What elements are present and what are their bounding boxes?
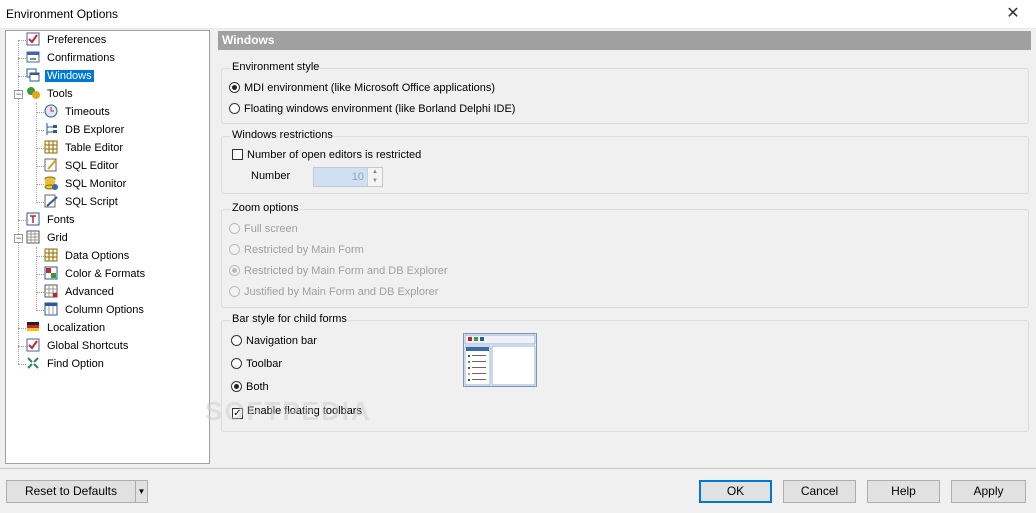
- tree-item-find-option[interactable]: Find Option: [26, 356, 106, 373]
- checkbox-box: [232, 149, 243, 160]
- tree-item-sql-monitor[interactable]: SQL Monitor: [44, 176, 128, 193]
- radio-toolbar[interactable]: Toolbar: [231, 358, 282, 370]
- window-title: Environment Options: [6, 7, 119, 21]
- radio-full-screen[interactable]: Full screen: [229, 223, 298, 235]
- number-label: Number: [251, 170, 291, 182]
- radio-dot: [229, 103, 240, 114]
- tree-item-sql-editor[interactable]: SQL Editor: [44, 158, 120, 175]
- group-title: Environment style: [231, 61, 321, 73]
- radio-dot: [231, 381, 242, 392]
- environment-style-group: Environment style: [221, 61, 1029, 124]
- tree-item-color-formats[interactable]: Color & Formats: [44, 266, 147, 283]
- reset-to-defaults-button[interactable]: Reset to Defaults: [6, 480, 136, 503]
- help-button[interactable]: Help: [867, 480, 940, 503]
- tree-item-db-explorer[interactable]: DB Explorer: [44, 122, 126, 139]
- radio-dot: [229, 244, 240, 255]
- tree-item-windows[interactable]: Windows: [26, 68, 94, 85]
- database-monitor-icon: [44, 176, 58, 190]
- ok-button[interactable]: OK: [699, 480, 772, 503]
- radio-restricted-main-form-db-explorer[interactable]: Restricted by Main Form and DB Explorer: [229, 265, 448, 277]
- tree-item-data-options[interactable]: Data Options: [44, 248, 131, 265]
- tree-item-timeouts[interactable]: Timeouts: [44, 104, 112, 121]
- shortcut-icon: [26, 338, 40, 352]
- grid-color-icon: [44, 266, 58, 280]
- apply-button[interactable]: Apply: [951, 480, 1026, 503]
- radio-mdi-environment[interactable]: MDI environment (like Microsoft Office a…: [229, 82, 495, 94]
- close-button[interactable]: ✕: [990, 0, 1036, 28]
- dialog-icon: [26, 50, 40, 64]
- spin-down-icon[interactable]: ▼: [368, 177, 382, 186]
- cancel-button[interactable]: Cancel: [783, 480, 856, 503]
- watermark: SOFTPEDIA: [205, 396, 372, 426]
- grid-advanced-icon: [44, 284, 58, 298]
- tree-item-confirmations[interactable]: Confirmations: [26, 50, 117, 67]
- tools-icon: [26, 86, 40, 100]
- group-title: Bar style for child forms: [231, 313, 348, 325]
- radio-dot: [231, 358, 242, 369]
- script-icon: [44, 194, 58, 208]
- font-icon: [26, 212, 40, 226]
- tree-item-tools[interactable]: Tools: [26, 86, 75, 103]
- tree-item-localization[interactable]: Localization: [26, 320, 107, 337]
- tree-item-global-shortcuts[interactable]: Global Shortcuts: [26, 338, 130, 355]
- tools-expander[interactable]: −: [14, 90, 23, 99]
- title-bar: Environment Options ✕: [0, 0, 1036, 29]
- windows-icon: [26, 68, 40, 82]
- options-tree[interactable]: − − Preferences Confirmations Windows To…: [5, 30, 210, 464]
- footer-separator: [0, 468, 1036, 469]
- clock-icon: [44, 104, 58, 118]
- grid-data-icon: [44, 248, 58, 262]
- number-value: 10: [351, 171, 364, 183]
- number-spinner[interactable]: 10 ▲ ▼: [313, 167, 383, 187]
- radio-restricted-main-form[interactable]: Restricted by Main Form: [229, 244, 364, 256]
- table-icon: [44, 140, 58, 154]
- tree-icon: [44, 122, 58, 136]
- arrows-icon: [26, 356, 40, 370]
- radio-dot: [231, 335, 242, 346]
- radio-dot: [229, 223, 240, 234]
- group-title: Windows restrictions: [231, 129, 334, 141]
- radio-dot: [229, 82, 240, 93]
- sql-editor-icon: [44, 158, 58, 172]
- spin-up-icon[interactable]: ▲: [368, 168, 382, 177]
- radio-both[interactable]: Both: [231, 381, 269, 393]
- grid-expander[interactable]: −: [14, 234, 23, 243]
- radio-justified-main-form-db-explorer[interactable]: Justified by Main Form and DB Explorer: [229, 286, 438, 298]
- tree-item-column-options[interactable]: Column Options: [44, 302, 146, 319]
- radio-dot: [229, 286, 240, 297]
- radio-navigation-bar[interactable]: Navigation bar: [231, 335, 317, 347]
- tree-item-grid[interactable]: Grid: [26, 230, 70, 247]
- tree-item-advanced[interactable]: Advanced: [44, 284, 116, 301]
- reset-dropdown-button[interactable]: ▼: [135, 480, 148, 503]
- grid-icon: [26, 230, 40, 244]
- tree-item-fonts[interactable]: Fonts: [26, 212, 77, 229]
- tree-item-sql-script[interactable]: SQL Script: [44, 194, 120, 211]
- checkbox-editors-restricted[interactable]: Number of open editors is restricted: [232, 149, 421, 161]
- spinner-buttons[interactable]: ▲ ▼: [367, 168, 382, 186]
- checkbox-form-icon: [26, 32, 40, 46]
- radio-floating-windows[interactable]: Floating windows environment (like Borla…: [229, 103, 515, 115]
- tree-item-table-editor[interactable]: Table Editor: [44, 140, 125, 157]
- flag-icon: [26, 320, 40, 334]
- radio-dot: [229, 265, 240, 276]
- group-title: Zoom options: [231, 202, 300, 214]
- grid-columns-icon: [44, 302, 58, 316]
- bar-style-preview: [463, 333, 537, 387]
- tree-item-preferences[interactable]: Preferences: [26, 32, 108, 49]
- panel-title: Windows: [218, 31, 1031, 50]
